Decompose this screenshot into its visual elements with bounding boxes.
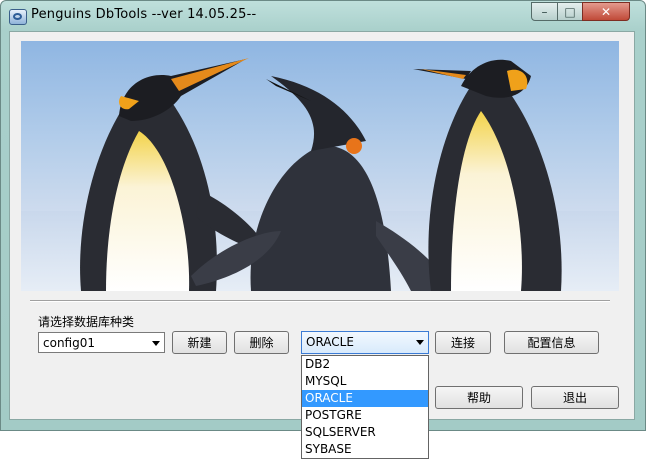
close-button[interactable]: ✕: [582, 2, 630, 21]
database-type-select[interactable]: ORACLE: [301, 331, 429, 354]
config-select[interactable]: config01: [38, 332, 165, 353]
option-sqlserver[interactable]: SQLSERVER: [302, 424, 428, 441]
maximize-button[interactable]: □: [557, 2, 583, 21]
delete-button[interactable]: 删除: [234, 331, 289, 354]
penguins-banner-image: [21, 41, 619, 291]
config-info-button[interactable]: 配置信息: [504, 331, 599, 354]
connect-button[interactable]: 连接: [435, 331, 491, 354]
database-type-select-value: ORACLE: [306, 335, 354, 349]
config-select-value: config01: [43, 336, 95, 350]
title-bar[interactable]: Penguins DbTools --ver 14.05.25-- – □ ✕: [1, 1, 645, 31]
option-mysql[interactable]: MYSQL: [302, 373, 428, 390]
option-db2[interactable]: DB2: [302, 356, 428, 373]
exit-button[interactable]: 退出: [531, 386, 619, 409]
window-title: Penguins DbTools --ver 14.05.25--: [31, 7, 257, 22]
penguins-illustration: [21, 58, 619, 291]
minimize-button[interactable]: –: [531, 2, 558, 21]
option-sybase[interactable]: SYBASE: [302, 441, 428, 458]
separator: [30, 300, 610, 302]
app-logo-icon: [9, 9, 27, 25]
option-postgre[interactable]: POSTGRE: [302, 407, 428, 424]
new-button[interactable]: 新建: [172, 331, 227, 354]
option-oracle[interactable]: ORACLE: [302, 390, 428, 407]
chevron-down-icon[interactable]: [152, 341, 160, 346]
help-button[interactable]: 帮助: [435, 386, 523, 409]
chevron-down-icon[interactable]: [416, 340, 424, 345]
database-type-prompt: 请选择数据库种类: [38, 315, 135, 329]
database-type-dropdown-list: DB2 MYSQL ORACLE POSTGRE SQLSERVER SYBAS…: [301, 355, 429, 459]
